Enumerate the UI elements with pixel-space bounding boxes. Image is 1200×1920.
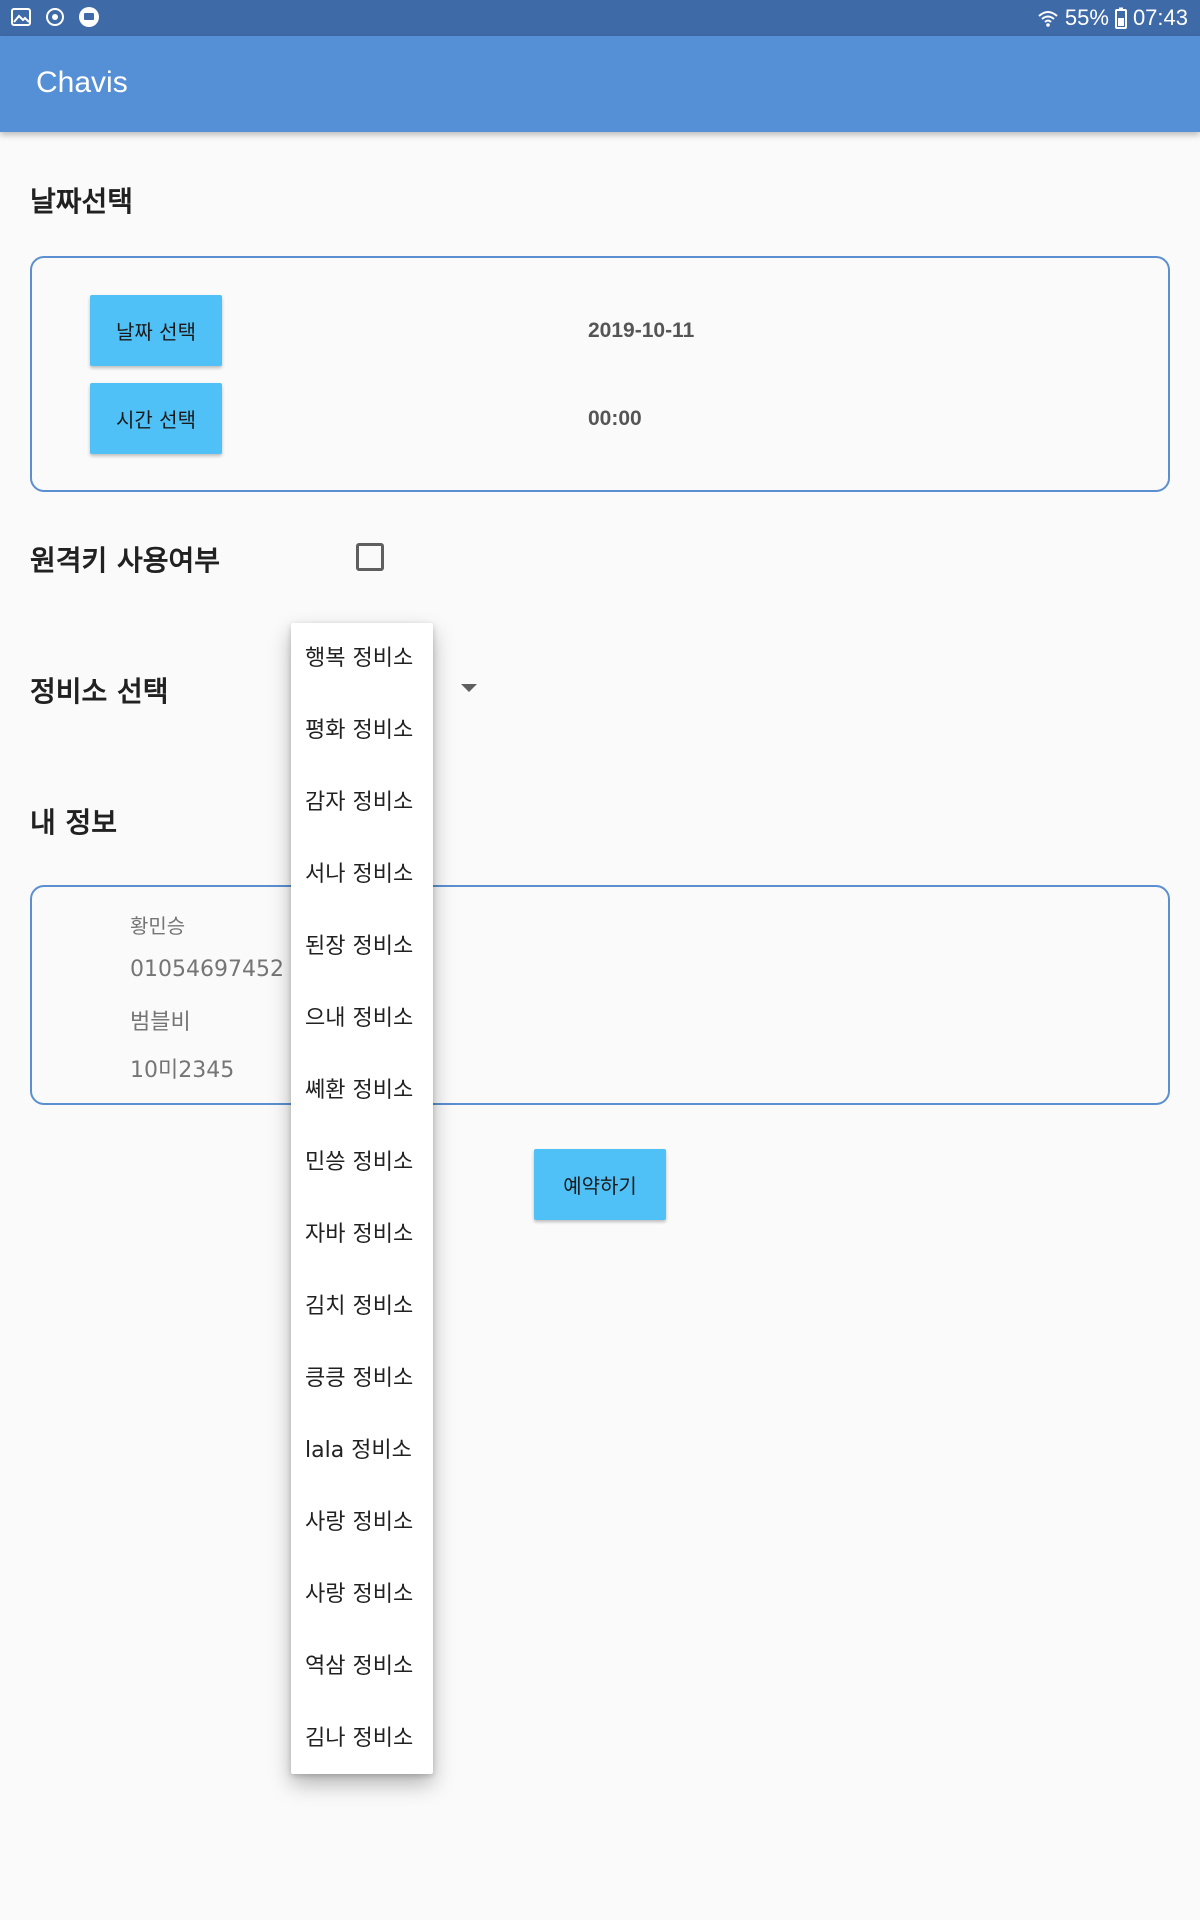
battery-icon — [1114, 7, 1127, 29]
status-bar-system: 55% 07:43 — [1037, 5, 1188, 31]
my-info-card: 황민승 01054697452 범블비 10미2345 — [30, 885, 1170, 1105]
my-info-title: 내 정보 — [30, 806, 118, 839]
reserve-button[interactable]: 예약하기 — [534, 1149, 666, 1220]
shop-option[interactable]: 서나 정비소 — [291, 839, 433, 911]
shop-option[interactable]: 된장 정비소 — [291, 911, 433, 983]
shop-option[interactable]: 역삼 정비소 — [291, 1631, 433, 1703]
user-plate-number: 10미2345 — [130, 1058, 235, 1083]
user-name: 황민승 — [130, 914, 186, 938]
shop-option[interactable]: 김나 정비소 — [291, 1703, 433, 1775]
app-bar: Chavis — [0, 36, 1200, 132]
shop-option[interactable]: lala 정비소 — [291, 1415, 433, 1487]
time-select-button[interactable]: 시간 선택 — [90, 383, 222, 454]
shop-option[interactable]: 감자 정비소 — [291, 767, 433, 839]
app-title: Chavis — [36, 66, 128, 99]
remote-key-label: 원격키 사용여부 — [30, 544, 221, 577]
remote-key-checkbox[interactable] — [356, 543, 384, 571]
user-car-model: 범블비 — [130, 1010, 191, 1035]
shop-option[interactable]: 행복 정비소 — [291, 623, 433, 695]
message-app-icon — [79, 7, 99, 27]
shop-option[interactable]: 으내 정비소 — [291, 983, 433, 1055]
date-time-card: 날짜 선택 2019-10-11 시간 선택 00:00 — [30, 256, 1170, 492]
selected-time: 00:00 — [588, 407, 642, 430]
status-bar: 55% 07:43 — [0, 0, 1200, 36]
shop-option[interactable]: 자바 정비소 — [291, 1199, 433, 1271]
selected-date: 2019-10-11 — [588, 319, 695, 342]
clock: 07:43 — [1132, 5, 1188, 30]
image-icon — [11, 8, 31, 26]
shop-option[interactable]: 김치 정비소 — [291, 1271, 433, 1343]
user-phone: 01054697452 — [130, 957, 284, 982]
shop-option[interactable]: 킁킁 정비소 — [291, 1343, 433, 1415]
shop-option[interactable]: 사랑 정비소 — [291, 1559, 433, 1631]
battery-percent: 55% — [1064, 5, 1109, 30]
shop-option[interactable]: 민씅 정비소 — [291, 1127, 433, 1199]
status-bar-notification-icons — [10, 6, 100, 28]
wifi-icon — [1038, 11, 1058, 27]
signal-app-icon — [46, 8, 64, 26]
date-select-button[interactable]: 날짜 선택 — [90, 295, 222, 366]
date-section-title: 날짜선택 — [30, 185, 134, 218]
shop-option[interactable]: 사랑 정비소 — [291, 1487, 433, 1559]
chevron-down-icon[interactable] — [461, 684, 477, 692]
shop-option[interactable]: 쎼환 정비소 — [291, 1055, 433, 1127]
shop-select-label: 정비소 선택 — [30, 675, 169, 708]
shop-dropdown-menu: 행복 정비소 평화 정비소 감자 정비소 서나 정비소 된장 정비소 으내 정비… — [291, 623, 433, 1774]
shop-option[interactable]: 평화 정비소 — [291, 695, 433, 767]
